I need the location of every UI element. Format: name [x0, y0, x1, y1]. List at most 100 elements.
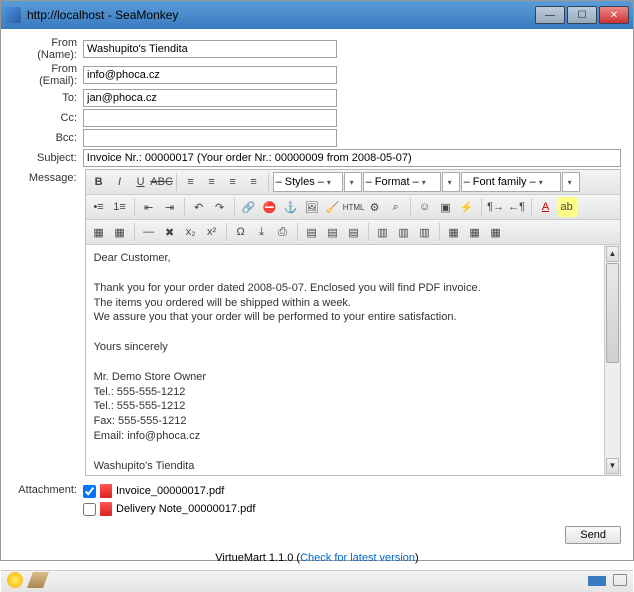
bullet-list-button[interactable]: •≡	[89, 197, 109, 217]
message-body[interactable]: Dear Customer, Thank you for your order …	[86, 245, 620, 475]
font-dropdown-arrow[interactable]: ▾	[562, 172, 580, 192]
footer-link[interactable]: Check for latest version	[300, 552, 415, 564]
bg-color-button[interactable]: ab	[557, 197, 577, 217]
delete-row-button[interactable]: ▤	[344, 222, 364, 242]
scroll-thumb[interactable]	[606, 263, 619, 363]
split-cell-button[interactable]: ▦	[444, 222, 464, 242]
char-button[interactable]: Ω	[231, 222, 251, 242]
scrollbar[interactable]: ▲ ▼	[604, 245, 620, 475]
from-email-input[interactable]	[83, 66, 337, 84]
connection-icon[interactable]	[588, 576, 606, 586]
sub-button[interactable]: x₂	[181, 222, 201, 242]
remove-format-button[interactable]: ✖	[160, 222, 180, 242]
align-right-button[interactable]: ≡	[223, 172, 243, 192]
scroll-up-icon[interactable]: ▲	[606, 246, 619, 262]
text-color-button[interactable]: A	[536, 197, 556, 217]
editor-toolbar-3: ▦ ▦ — ✖ x₂ x² Ω ⤓ ⎙ ▤ ▤ ▤ ▥ ▥ ▥ ▦	[86, 220, 620, 245]
table-props-button[interactable]: ▦	[110, 222, 130, 242]
attachment-name: Invoice_00000017.pdf	[116, 485, 224, 497]
print-button[interactable]: ⎙	[273, 222, 293, 242]
footer-suffix: )	[415, 552, 419, 564]
font-family-dropdown[interactable]: – Font family –▾	[461, 172, 561, 192]
footer-product: VirtueMart 1.1.0 (	[215, 552, 300, 564]
html-button[interactable]: HTML	[344, 197, 364, 217]
align-center-button[interactable]: ≡	[202, 172, 222, 192]
attachment-item: Delivery Note_00000017.pdf	[83, 500, 255, 518]
flash-button[interactable]: ⚡	[457, 197, 477, 217]
sup-button[interactable]: x²	[202, 222, 222, 242]
bold-button[interactable]: B	[89, 172, 109, 192]
from-email-label: From (Email):	[13, 63, 83, 87]
brush-icon[interactable]	[27, 572, 49, 588]
code-button[interactable]: ⚙	[365, 197, 385, 217]
close-button[interactable]: ✕	[599, 6, 629, 24]
from-name-label: From (Name):	[13, 37, 83, 61]
numbered-list-button[interactable]: 1≡	[110, 197, 130, 217]
merge-cell-button[interactable]: ▦	[465, 222, 485, 242]
undo-button[interactable]: ↶	[189, 197, 209, 217]
styles-dropdown[interactable]: – Styles –▾	[273, 172, 343, 192]
delete-col-button[interactable]: ▥	[415, 222, 435, 242]
scroll-down-icon[interactable]: ▼	[606, 458, 619, 474]
attachment-checkbox-0[interactable]	[83, 485, 96, 498]
smiley-button[interactable]: ☺	[415, 197, 435, 217]
pdf-icon	[100, 502, 112, 516]
body-line: Mr. Demo Store Owner	[94, 370, 604, 385]
minimize-button[interactable]: —	[535, 6, 565, 24]
send-button[interactable]: Send	[565, 526, 621, 544]
to-input[interactable]	[83, 89, 337, 107]
pdf-icon	[100, 484, 112, 498]
sun-icon[interactable]	[7, 572, 23, 588]
attachment-label: Attachment:	[13, 482, 83, 518]
outdent-button[interactable]: ⇤	[139, 197, 159, 217]
align-justify-button[interactable]: ≡	[244, 172, 264, 192]
col-after-button[interactable]: ▥	[394, 222, 414, 242]
anchor-button[interactable]: ⚓	[281, 197, 301, 217]
from-name-input[interactable]	[83, 40, 337, 58]
row-after-button[interactable]: ▤	[323, 222, 343, 242]
body-line: We assure you that your order will be pe…	[94, 310, 604, 325]
italic-button[interactable]: I	[110, 172, 130, 192]
lock-icon[interactable]	[613, 574, 627, 586]
subject-input[interactable]	[83, 149, 621, 167]
styles-dropdown-arrow[interactable]: ▾	[344, 172, 362, 192]
cleanup-button[interactable]: 🧹	[323, 197, 343, 217]
cc-input[interactable]	[83, 109, 337, 127]
body-line: Email: info@phoca.cz	[94, 429, 604, 444]
hr-button[interactable]: —	[139, 222, 159, 242]
attachment-name: Delivery Note_00000017.pdf	[116, 503, 255, 515]
col-before-button[interactable]: ▥	[373, 222, 393, 242]
attachment-item: Invoice_00000017.pdf	[83, 482, 255, 500]
to-label: To:	[13, 92, 83, 104]
body-line: Washupito's Tiendita	[94, 459, 604, 474]
underline-button[interactable]: U	[131, 172, 151, 192]
body-line: Tel.: 555-555-1212	[94, 385, 604, 400]
format-dropdown[interactable]: – Format –▾	[363, 172, 441, 192]
unlink-button[interactable]: ⛔	[260, 197, 280, 217]
maximize-button[interactable]: ☐	[567, 6, 597, 24]
window-title: http://localhost - SeaMonkey	[27, 8, 535, 22]
link-button[interactable]: 🔗	[239, 197, 259, 217]
body-line: Yours sincerely	[94, 340, 604, 355]
row-before-button[interactable]: ▤	[302, 222, 322, 242]
footer: VirtueMart 1.1.0 (Check for latest versi…	[1, 548, 633, 570]
table-button[interactable]: ▦	[89, 222, 109, 242]
indent-button[interactable]: ⇥	[160, 197, 180, 217]
rtl-button[interactable]: ←¶	[507, 197, 527, 217]
message-label: Message:	[13, 169, 83, 184]
bcc-input[interactable]	[83, 129, 337, 147]
image-button[interactable]: 🖼	[302, 197, 322, 217]
format-dropdown-arrow[interactable]: ▾	[442, 172, 460, 192]
body-line: Tel.: 555-555-1212	[94, 399, 604, 414]
media-button[interactable]: ▣	[436, 197, 456, 217]
pagebreak-button[interactable]: ⤓	[252, 222, 272, 242]
attachment-checkbox-1[interactable]	[83, 503, 96, 516]
preview-button[interactable]: ⌕	[386, 197, 406, 217]
body-line: The items you ordered will be shipped wi…	[94, 296, 604, 311]
rich-text-editor: B I U ABC ≡ ≡ ≡ ≡ – Styles –▾ ▾ – Format…	[85, 169, 621, 476]
align-left-button[interactable]: ≡	[181, 172, 201, 192]
ltr-button[interactable]: ¶→	[486, 197, 506, 217]
redo-button[interactable]: ↷	[210, 197, 230, 217]
strikethrough-button[interactable]: ABC	[152, 172, 172, 192]
cell-props-button[interactable]: ▦	[486, 222, 506, 242]
